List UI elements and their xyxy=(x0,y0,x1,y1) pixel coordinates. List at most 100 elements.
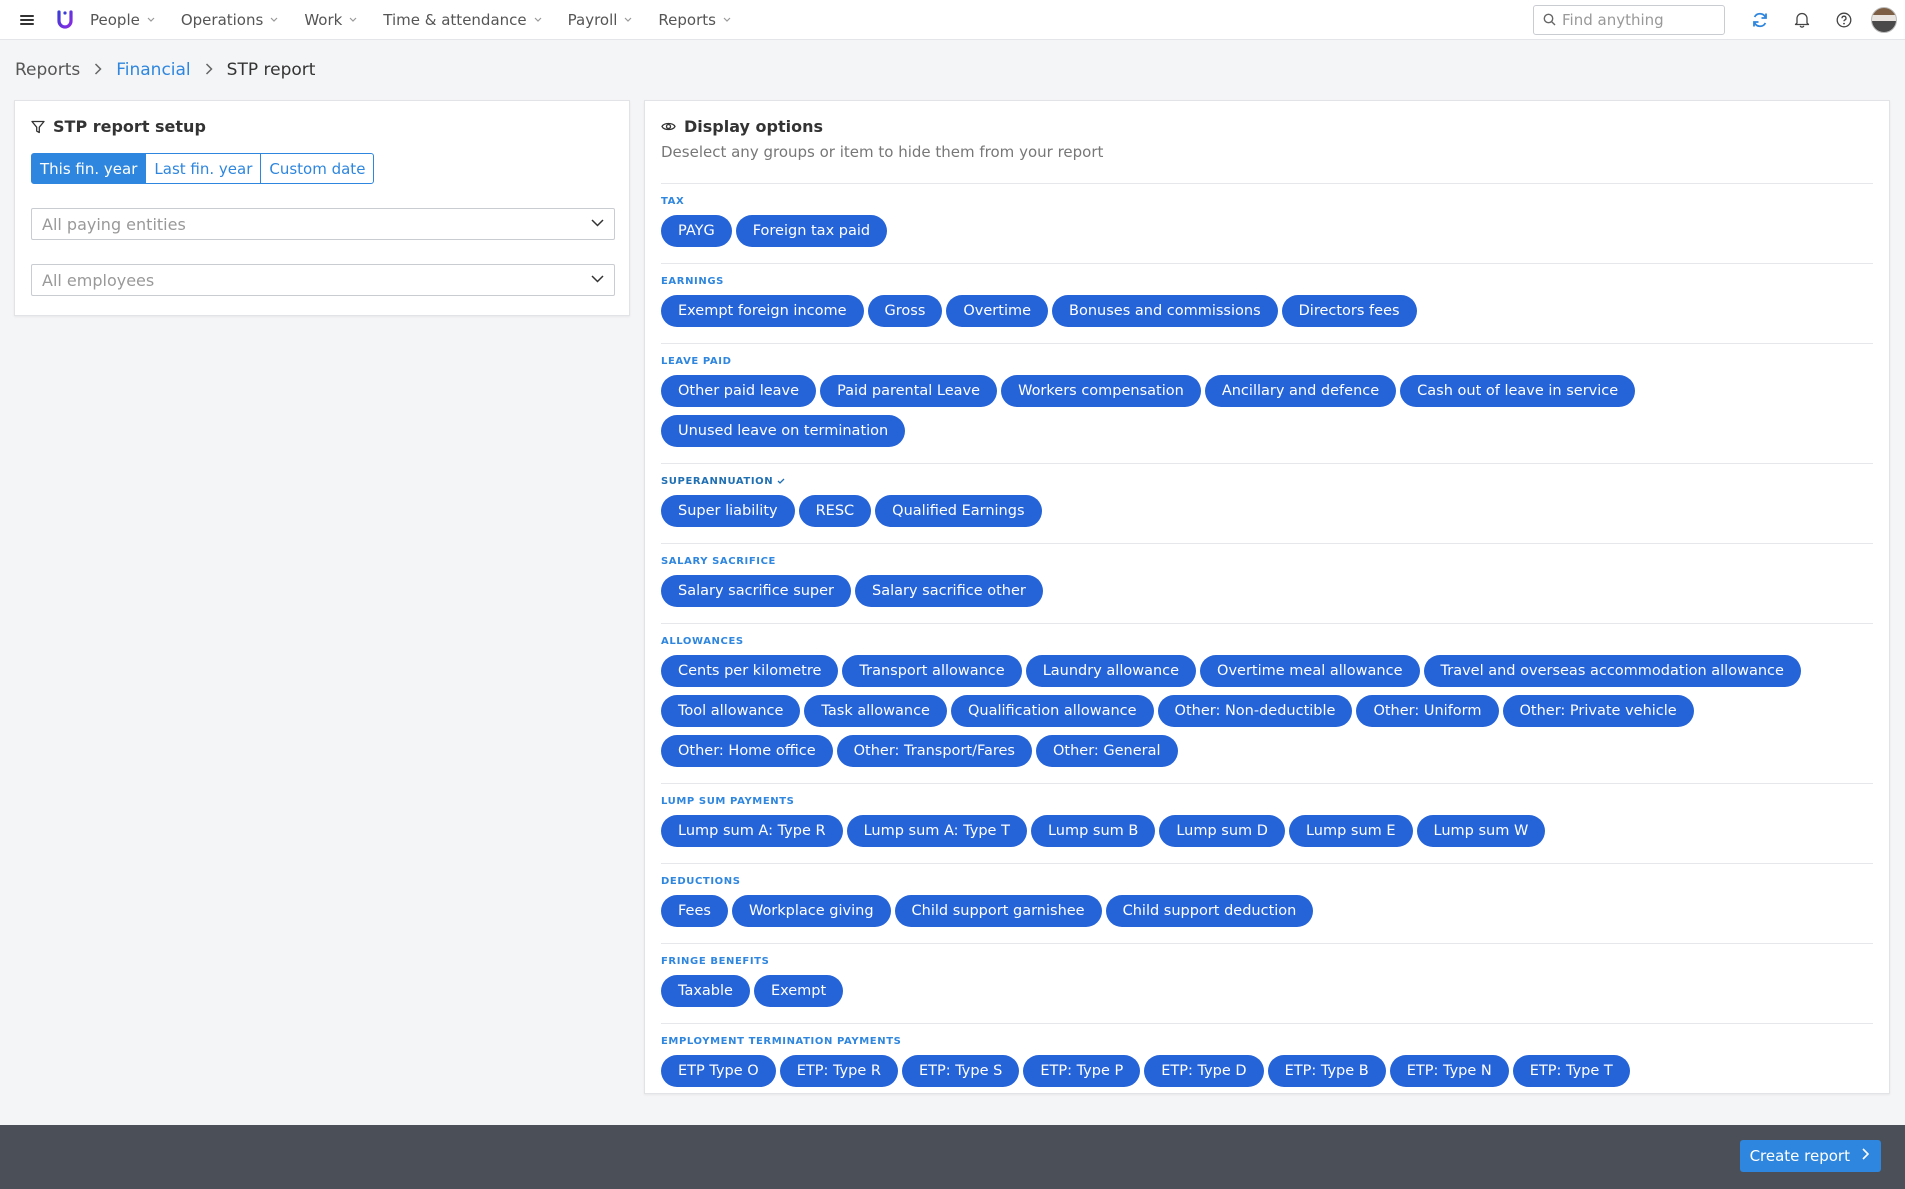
avatar[interactable] xyxy=(1871,6,1897,33)
group-label-leave-paid[interactable]: Leave paid xyxy=(661,356,1873,367)
nav-item-people[interactable]: People xyxy=(90,11,155,29)
period-custom-date[interactable]: Custom date xyxy=(260,153,375,184)
option-chip-tool-allowance[interactable]: Tool allowance xyxy=(661,695,801,727)
paying-entities-placeholder: All paying entities xyxy=(42,214,186,234)
option-chip-gross[interactable]: Gross xyxy=(867,295,943,327)
refresh-icon[interactable] xyxy=(1749,9,1771,31)
option-chip-salary-sacrifice-other[interactable]: Salary sacrifice other xyxy=(855,575,1043,607)
group-label-allowances[interactable]: Allowances xyxy=(661,636,1873,647)
group-label-superannuation[interactable]: Superannuation xyxy=(661,476,1873,487)
search-box[interactable] xyxy=(1533,4,1725,35)
option-chip-transport-allowance[interactable]: Transport allowance xyxy=(842,655,1022,687)
option-chip-foreign-tax-paid[interactable]: Foreign tax paid xyxy=(735,215,888,247)
option-chip-lump-sum-e[interactable]: Lump sum E xyxy=(1288,815,1413,847)
breadcrumb-reports[interactable]: Reports xyxy=(15,60,80,80)
period-this-fin-year[interactable]: This fin. year xyxy=(31,153,147,184)
option-chip-lump-sum-a-type-t[interactable]: Lump sum A: Type T xyxy=(846,815,1027,847)
create-report-label: Create report xyxy=(1749,1147,1850,1165)
nav-item-time-attendance[interactable]: Time & attendance xyxy=(383,11,542,29)
help-icon[interactable] xyxy=(1833,9,1855,31)
breadcrumb-financial[interactable]: Financial xyxy=(116,60,190,80)
option-chip-etp-type-r[interactable]: ETP: Type R xyxy=(779,1055,898,1087)
group-label-deductions[interactable]: Deductions xyxy=(661,876,1873,887)
option-chip-qualified-earnings[interactable]: Qualified Earnings xyxy=(875,495,1042,527)
option-chip-ancillary-and-defence[interactable]: Ancillary and defence xyxy=(1204,375,1397,407)
option-chip-paid-parental-leave[interactable]: Paid parental Leave xyxy=(820,375,998,407)
option-chip-unused-leave-on-termination[interactable]: Unused leave on termination xyxy=(661,415,906,447)
nav-item-reports[interactable]: Reports xyxy=(658,11,731,29)
option-chip-other-private-vehicle[interactable]: Other: Private vehicle xyxy=(1502,695,1694,727)
group-label-earnings[interactable]: Earnings xyxy=(661,276,1873,287)
option-chip-fees[interactable]: Fees xyxy=(661,895,728,927)
option-chip-workplace-giving[interactable]: Workplace giving xyxy=(731,895,891,927)
option-chip-overtime[interactable]: Overtime xyxy=(946,295,1049,327)
option-chip-directors-fees[interactable]: Directors fees xyxy=(1281,295,1417,327)
option-chip-lump-sum-b[interactable]: Lump sum B xyxy=(1030,815,1156,847)
employees-placeholder: All employees xyxy=(42,270,155,290)
option-chip-task-allowance[interactable]: Task allowance xyxy=(804,695,947,727)
search-input[interactable] xyxy=(1562,10,1712,29)
option-chip-etp-type-o[interactable]: ETP Type O xyxy=(661,1055,776,1087)
option-chip-etp-type-d[interactable]: ETP: Type D xyxy=(1144,1055,1264,1087)
group-label-salary-sacrifice[interactable]: Salary sacrifice xyxy=(661,556,1873,567)
nav-item-work[interactable]: Work xyxy=(304,11,357,29)
nav-item-label: Work xyxy=(304,10,343,29)
option-chip-super-liability[interactable]: Super liability xyxy=(661,495,795,527)
option-chip-etp-type-s[interactable]: ETP: Type S xyxy=(901,1055,1020,1087)
option-chip-lump-sum-w[interactable]: Lump sum W xyxy=(1416,815,1546,847)
option-chip-etp-type-n[interactable]: ETP: Type N xyxy=(1389,1055,1509,1087)
option-chip-child-support-garnishee[interactable]: Child support garnishee xyxy=(894,895,1102,927)
create-report-button[interactable]: Create report xyxy=(1739,1140,1881,1172)
group-label-tax[interactable]: Tax xyxy=(661,196,1873,207)
logo-icon[interactable] xyxy=(54,9,76,31)
option-chip-exempt-foreign-income[interactable]: Exempt foreign income xyxy=(661,295,864,327)
option-chip-lump-sum-d[interactable]: Lump sum D xyxy=(1159,815,1285,847)
option-chip-travel-and-overseas-accommodation-allowance[interactable]: Travel and overseas accommodation allowa… xyxy=(1423,655,1801,687)
option-chip-child-support-deduction[interactable]: Child support deduction xyxy=(1105,895,1314,927)
group-label-employment-termination-payments[interactable]: Employment termination payments xyxy=(661,1036,1873,1047)
option-chip-other-general[interactable]: Other: General xyxy=(1035,735,1178,767)
option-chip-payg[interactable]: PAYG xyxy=(661,215,732,247)
nav-item-operations[interactable]: Operations xyxy=(181,11,278,29)
display-options-panel: Display options Deselect any groups or i… xyxy=(644,100,1890,1094)
option-chip-bonuses-and-commissions[interactable]: Bonuses and commissions xyxy=(1052,295,1278,327)
group-label-fringe-benefits[interactable]: Fringe benefits xyxy=(661,956,1873,967)
employees-select[interactable]: All employees xyxy=(31,264,615,296)
period-last-fin-year[interactable]: Last fin. year xyxy=(145,153,262,184)
option-chip-workers-compensation[interactable]: Workers compensation xyxy=(1001,375,1201,407)
nav-item-payroll[interactable]: Payroll xyxy=(568,11,633,29)
chip-list: Cents per kilometre Transport allowance La… xyxy=(661,655,1873,775)
nav-item-label: Payroll xyxy=(567,10,618,29)
chip-list: Fees Workplace giving Child support garnis… xyxy=(661,895,1873,935)
option-chip-qualification-allowance[interactable]: Qualification allowance xyxy=(950,695,1154,727)
chevron-right-icon xyxy=(1862,1148,1870,1164)
option-chip-resc[interactable]: RESC xyxy=(798,495,872,527)
menu-icon[interactable] xyxy=(20,14,34,25)
option-chip-other-paid-leave[interactable]: Other paid leave xyxy=(661,375,817,407)
option-chip-cents-per-kilometre[interactable]: Cents per kilometre xyxy=(661,655,839,687)
chevron-down-icon xyxy=(349,15,357,25)
option-chip-other-transport-fares[interactable]: Other: Transport/Fares xyxy=(836,735,1032,767)
option-chip-taxable[interactable]: Taxable xyxy=(661,975,750,1007)
nav-item-label: Reports xyxy=(658,10,716,29)
option-chip-overtime-meal-allowance[interactable]: Overtime meal allowance xyxy=(1200,655,1420,687)
paying-entities-select[interactable]: All paying entities xyxy=(31,208,615,240)
bell-icon[interactable] xyxy=(1791,9,1813,31)
option-chip-other-home-office[interactable]: Other: Home office xyxy=(661,735,833,767)
option-chip-etp-type-b[interactable]: ETP: Type B xyxy=(1267,1055,1386,1087)
group-label-lump-sum-payments[interactable]: Lump sum payments xyxy=(661,796,1873,807)
group-label-text: Deductions xyxy=(661,876,741,887)
group-label-text: Tax xyxy=(661,196,685,207)
option-chip-salary-sacrifice-super[interactable]: Salary sacrifice super xyxy=(661,575,852,607)
nav-item-label: People xyxy=(90,10,140,29)
option-chip-lump-sum-a-type-r[interactable]: Lump sum A: Type R xyxy=(661,815,843,847)
option-chip-etp-type-p[interactable]: ETP: Type P xyxy=(1023,1055,1141,1087)
option-chip-exempt[interactable]: Exempt xyxy=(753,975,844,1007)
option-chip-laundry-allowance[interactable]: Laundry allowance xyxy=(1025,655,1197,687)
option-chip-other-non-deductible[interactable]: Other: Non-deductible xyxy=(1157,695,1353,727)
option-chip-cash-out-of-leave-in-service[interactable]: Cash out of leave in service xyxy=(1400,375,1636,407)
option-chip-other-uniform[interactable]: Other: Uniform xyxy=(1356,695,1499,727)
option-chip-etp-type-t[interactable]: ETP: Type T xyxy=(1512,1055,1630,1087)
group-label-text: Lump sum payments xyxy=(661,796,795,807)
breadcrumb-current: STP report xyxy=(226,60,316,80)
